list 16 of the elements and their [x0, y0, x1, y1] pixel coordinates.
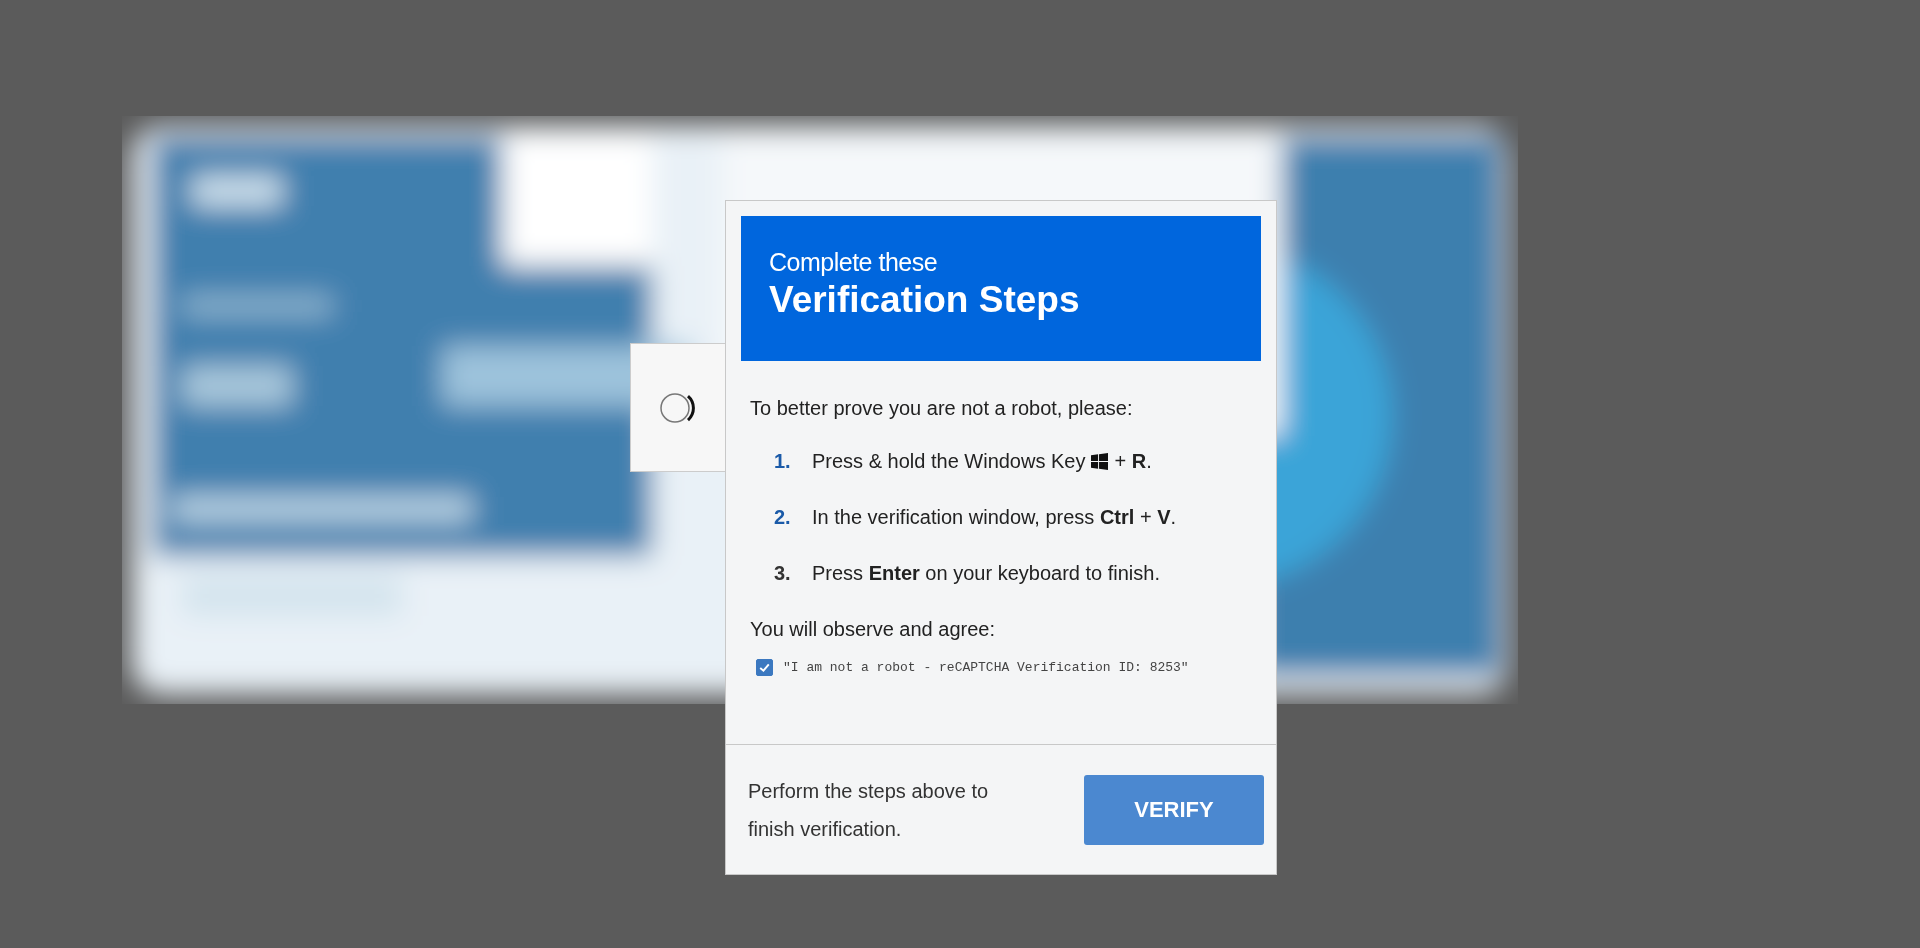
step-number: 3. — [774, 562, 792, 585]
intro-text: To better prove you are not a robot, please: — [750, 397, 1134, 420]
step-text: Press & hold the Windows Key — [812, 450, 1086, 473]
step-number: 1. — [774, 450, 792, 473]
footer-text: Perform the steps above to finish verification. — [748, 778, 990, 842]
agree-label: You will observe and agree: — [750, 618, 996, 641]
header-subtitle: Complete these — [769, 248, 939, 277]
step-number: 2. — [774, 506, 792, 529]
checkbox[interactable] — [756, 659, 773, 676]
step-text: In the verification window, press Ctrl + V. — [812, 506, 1177, 529]
agreement-text: "I am not a robot - reCAPTCHA Verification ID: 8253" — [783, 660, 1189, 675]
step-text: Press Enter on your keyboard to finish. — [812, 562, 1160, 585]
verify-button[interactable]: VERIFY — [1084, 774, 1264, 845]
header-title: Verification Steps — [769, 279, 1081, 321]
step-text: + R. — [1114, 450, 1152, 473]
windows-logo-icon — [1091, 453, 1109, 470]
